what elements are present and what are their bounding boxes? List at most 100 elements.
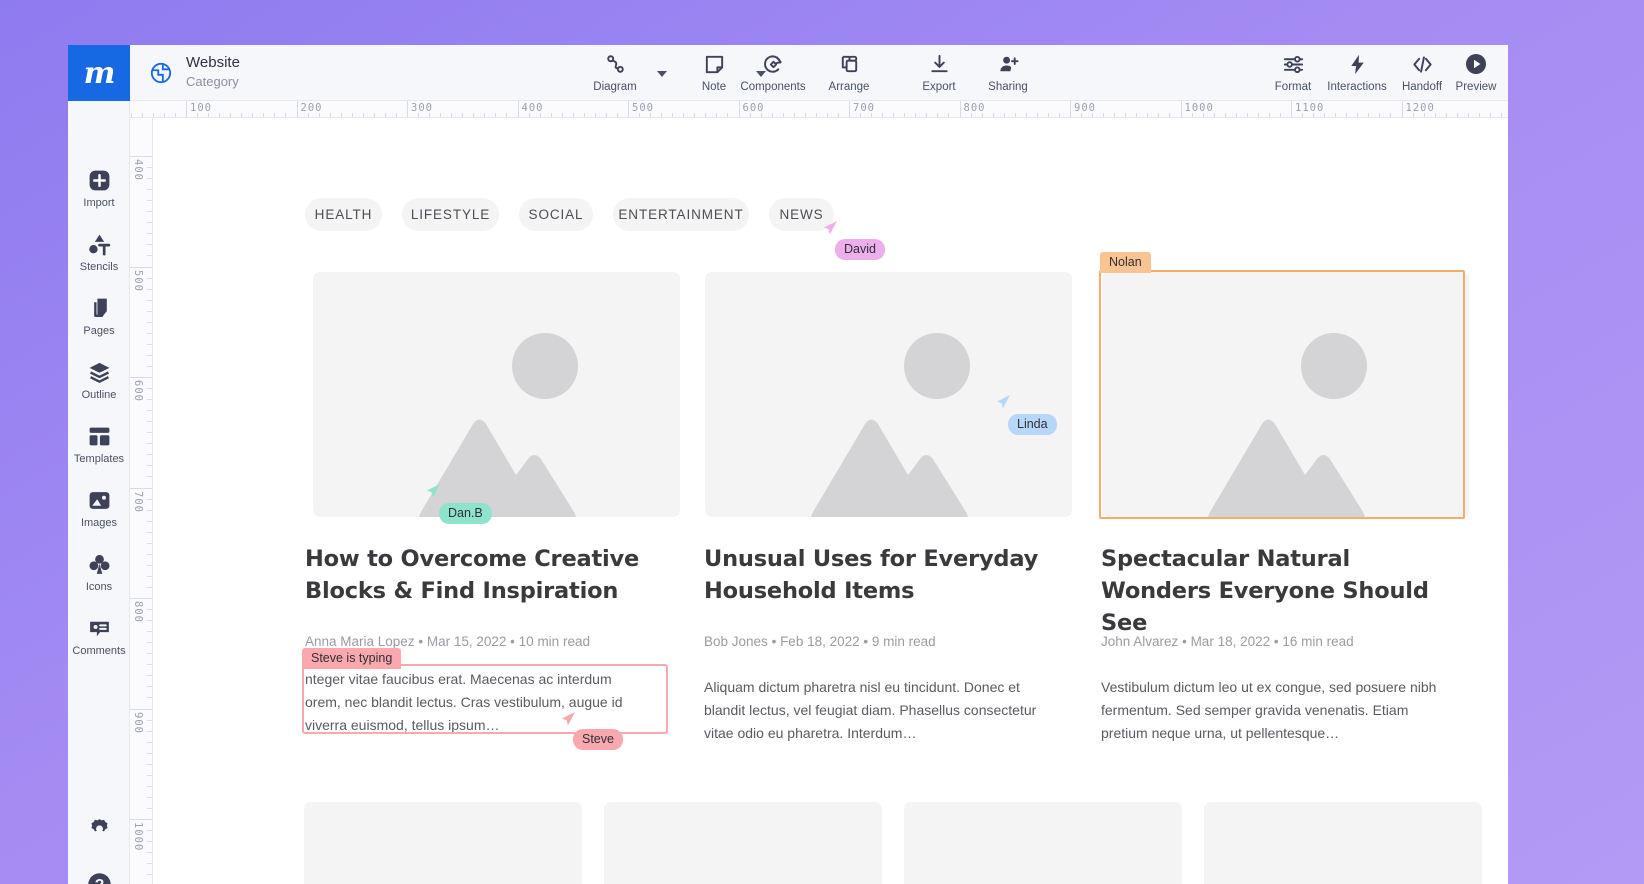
code-brackets-icon xyxy=(1411,51,1434,77)
ruler-tick-minor xyxy=(1203,113,1204,117)
document-title[interactable]: Website xyxy=(186,54,240,71)
sidebar-item-import[interactable]: Import xyxy=(68,165,130,209)
tool-note-label: Note xyxy=(702,81,726,93)
ruler-tick-minor xyxy=(147,587,152,588)
tool-preview[interactable]: Preview xyxy=(1439,51,1508,99)
ruler-tick-minor xyxy=(1125,113,1126,117)
ruler-tick-minor xyxy=(915,113,916,117)
sidebar-item-templates[interactable]: Templates xyxy=(68,421,130,465)
tool-sharing[interactable]: Sharing xyxy=(971,51,1045,99)
sidebar-item-label: Import xyxy=(83,197,114,209)
ruler-tick-minor xyxy=(147,830,152,831)
sidebar-item-images[interactable]: Images xyxy=(68,485,130,529)
tool-format[interactable]: Format xyxy=(1256,51,1330,99)
note-icon xyxy=(703,51,726,77)
category-pill-health[interactable]: HEALTH xyxy=(305,198,382,231)
article-date: Feb 18, 2022 xyxy=(780,634,860,649)
sharing-icon xyxy=(997,51,1020,77)
ruler-tick-minor xyxy=(1136,113,1137,117)
ruler-tick-minor xyxy=(440,113,441,117)
tool-components[interactable]: Components xyxy=(736,51,810,99)
bottom-card-2[interactable] xyxy=(604,802,882,884)
document-subtitle[interactable]: Category xyxy=(186,74,239,89)
ruler-tick-minor xyxy=(147,222,152,223)
sidebar-item-stencils[interactable]: Stencils xyxy=(68,229,130,273)
ruler-tick-minor xyxy=(147,333,152,334)
article-title-3[interactable]: Spectacular Natural Wonders Everyone Sho… xyxy=(1101,543,1451,639)
ruler-tick-minor xyxy=(147,565,152,566)
ruler-tick-minor xyxy=(661,113,662,117)
ruler-label: 1000 xyxy=(1185,102,1214,114)
ruler-tick-major xyxy=(739,101,740,117)
ruler-tick-minor xyxy=(147,786,152,787)
category-pill-lifestyle[interactable]: LIFESTYLE xyxy=(402,198,499,231)
ruler-label: 800 xyxy=(132,601,144,623)
sidebar-item-comments[interactable]: Comments xyxy=(68,613,130,657)
ruler-tick-minor xyxy=(606,113,607,117)
ruler-tick-minor xyxy=(1346,113,1347,117)
ruler-tick-minor xyxy=(982,113,983,117)
article-excerpt-3[interactable]: Vestibulum dictum leo ut ex congue, sed … xyxy=(1101,676,1446,745)
article-date: Mar 15, 2022 xyxy=(427,634,507,649)
ruler-tick-minor xyxy=(1501,113,1502,117)
ruler-tick-minor xyxy=(147,244,152,245)
tool-diagram[interactable]: Diagram xyxy=(578,51,652,99)
ruler-tick-minor xyxy=(716,113,717,117)
sidebar-item-label: Stencils xyxy=(80,261,119,273)
collaborator-tag-steve: Steve xyxy=(573,729,623,750)
article-image-1[interactable] xyxy=(313,272,680,517)
ruler-tick-minor xyxy=(147,797,152,798)
meta-separator: • xyxy=(418,634,423,649)
selection-box-nolan[interactable] xyxy=(1099,270,1465,519)
category-pill-social[interactable]: SOCIAL xyxy=(519,198,593,231)
tool-arrange[interactable]: Arrange xyxy=(812,51,886,99)
horizontal-ruler[interactable]: 100200300400500600700800900100011001200 xyxy=(130,101,1508,118)
diagram-dropdown-caret[interactable] xyxy=(656,67,668,79)
tool-export[interactable]: Export xyxy=(902,51,976,99)
tool-interactions[interactable]: Interactions xyxy=(1320,51,1394,99)
article-title-1[interactable]: How to Overcome Creative Blocks & Find I… xyxy=(305,543,645,607)
ruler-tick-minor xyxy=(1015,113,1016,117)
article-author: John Alvarez xyxy=(1101,634,1178,649)
sidebar-item-icons[interactable]: Icons xyxy=(68,549,130,593)
ruler-tick-minor xyxy=(147,510,152,511)
pill-label: ENTERTAINMENT xyxy=(618,207,743,222)
ruler-tick-minor xyxy=(562,113,563,117)
selection-box-steve[interactable] xyxy=(302,664,668,734)
sidebar-item-pages[interactable]: Pages xyxy=(68,293,130,337)
sidebar-item-outline[interactable]: Outline xyxy=(68,357,130,401)
vertical-ruler[interactable]: 4005006007008009001000 xyxy=(130,118,153,884)
article-excerpt-2[interactable]: Aliquam dictum pharetra nisl eu tincidun… xyxy=(704,676,1064,745)
components-icon xyxy=(762,51,785,77)
article-date: Mar 18, 2022 xyxy=(1191,634,1271,649)
ruler-tick-major xyxy=(186,101,187,117)
app-logo[interactable]: m xyxy=(68,45,130,101)
ruler-tick-minor xyxy=(385,113,386,117)
bottom-card-4[interactable] xyxy=(1204,802,1482,884)
collaborator-tag-linda: Linda xyxy=(1008,414,1057,435)
article-image-2[interactable] xyxy=(705,272,1072,517)
article-author: Bob Jones xyxy=(704,634,768,649)
ruler-tick-major xyxy=(297,101,298,117)
bottom-card-3[interactable] xyxy=(904,802,1182,884)
design-canvas[interactable]: HEALTH LIFESTYLE SOCIAL ENTERTAINMENT NE… xyxy=(153,118,1508,884)
ruler-tick-minor xyxy=(147,753,152,754)
ruler-tick-minor xyxy=(147,576,152,577)
bottom-card-1[interactable] xyxy=(304,802,582,884)
ruler-tick-minor xyxy=(1313,113,1314,117)
article-title-2[interactable]: Unusual Uses for Everyday Household Item… xyxy=(704,543,1044,607)
lightning-bolt-icon xyxy=(1346,51,1369,77)
sidebar-item-help[interactable]: ? xyxy=(68,869,130,884)
ruler-tick-minor xyxy=(147,289,152,290)
category-pill-entertainment[interactable]: ENTERTAINMENT xyxy=(613,198,749,231)
ruler-tick-minor xyxy=(219,113,220,117)
ruler-tick-minor xyxy=(1169,113,1170,117)
ruler-tick-minor xyxy=(147,344,152,345)
ruler-tick-minor xyxy=(551,113,552,117)
ruler-tick-minor xyxy=(352,113,353,117)
globe-icon[interactable] xyxy=(150,62,172,84)
ruler-tick-minor xyxy=(937,113,938,117)
ruler-tick-minor xyxy=(147,200,152,201)
sidebar-item-settings[interactable] xyxy=(68,813,130,843)
ruler-tick-minor xyxy=(147,631,152,632)
